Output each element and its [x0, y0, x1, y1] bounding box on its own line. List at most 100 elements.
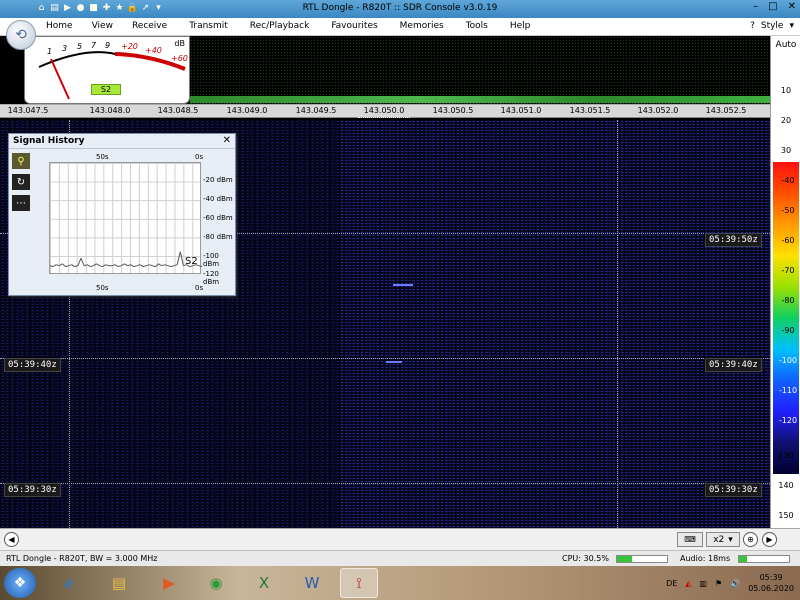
- x-tick-top: 0s: [195, 153, 204, 161]
- word-icon[interactable]: W: [293, 568, 331, 598]
- freq-tick: 143.050.0: [363, 106, 405, 115]
- zoom-icon[interactable]: ⊕: [743, 532, 758, 547]
- scroll-right-button[interactable]: ▶: [762, 532, 777, 547]
- signal-history-title: Signal History: [13, 136, 85, 146]
- style-menu[interactable]: Style: [761, 21, 784, 31]
- signal-history-segment: [142, 265, 147, 268]
- timestamp-label: 05:39:30z: [4, 483, 61, 497]
- y-tick: -20 dBm: [203, 176, 233, 184]
- keyboard-icon[interactable]: ⌨: [677, 532, 703, 547]
- signal-history-toggle-icon[interactable]: ⚲: [12, 153, 30, 169]
- antivirus-icon[interactable]: ◭: [685, 579, 691, 588]
- media-player-icon[interactable]: ▶: [150, 568, 188, 598]
- scroll-left-button[interactable]: ◀: [4, 532, 19, 547]
- clock[interactable]: 05:39 05.06.2020: [748, 572, 794, 594]
- x-tick-top: 50s: [96, 153, 109, 161]
- language-indicator[interactable]: DE: [666, 579, 677, 588]
- menu-home[interactable]: Home: [46, 21, 73, 31]
- close-button[interactable]: ✕: [788, 1, 796, 12]
- volume-icon[interactable]: 🔊: [730, 579, 740, 588]
- taskbar: ❖ ℯ ▤ ▶ ◉ X W ⟟ DE ◭ ▥ ⚑ 🔊 05:39 05.06.2…: [0, 566, 800, 600]
- grid-line: [617, 120, 618, 528]
- frequency-scale[interactable]: 143.047.5 143.048.0 143.048.5 143.049.0 …: [0, 104, 770, 118]
- freq-tick: 143.051.5: [569, 106, 611, 115]
- internet-explorer-icon[interactable]: ℯ: [50, 568, 88, 598]
- signal-history-segment: [173, 264, 178, 267]
- tuning-marker[interactable]: [358, 117, 410, 119]
- timestamp-label: 05:39:40z: [705, 358, 762, 372]
- sdr-console-taskbar-icon[interactable]: ⟟: [340, 568, 378, 598]
- refresh-icon[interactable]: ↻: [12, 174, 30, 190]
- signal-history-segment: [114, 264, 119, 268]
- signal-history-segment: [176, 251, 181, 265]
- file-explorer-icon[interactable]: ▤: [100, 568, 138, 598]
- x-tick-bottom: 50s: [96, 284, 109, 292]
- signal-history-segment: [86, 264, 91, 268]
- windows-logo-icon: ❖: [13, 575, 27, 591]
- db-level: 150: [778, 511, 794, 520]
- db-scale[interactable]: Auto 10 20 30 -40 -50 -60 -70 -80 -90 -1…: [770, 36, 800, 528]
- cpu-meter-fill: [617, 556, 633, 562]
- spectrum-trace: [190, 96, 770, 103]
- db-level: -80: [781, 296, 795, 305]
- menu-help[interactable]: Help: [510, 21, 531, 31]
- menu-memories[interactable]: Memories: [400, 21, 444, 31]
- y-tick: -80 dBm: [203, 233, 233, 241]
- signal-history-segment: [161, 264, 165, 267]
- device-status: RTL Dongle - R820T, BW = 3.000 MHz: [6, 554, 158, 563]
- y-tick: -120 dBm: [203, 270, 220, 286]
- signal-history-segment: [133, 265, 138, 268]
- auto-scale-button[interactable]: Auto: [771, 40, 800, 50]
- maximize-button[interactable]: □: [768, 1, 777, 12]
- y-tick: -40 dBm: [203, 195, 233, 203]
- menu-view[interactable]: View: [92, 21, 113, 31]
- waterfall-noise-dense: [340, 120, 770, 528]
- minimize-button[interactable]: –: [753, 1, 758, 12]
- signal-history-segment: [121, 263, 125, 267]
- signal-history-close-button[interactable]: ✕: [223, 134, 231, 148]
- menu-transmit[interactable]: Transmit: [189, 21, 228, 31]
- db-level: 130: [778, 451, 794, 460]
- signal-history-segment: [139, 264, 144, 268]
- signal-blip: [393, 284, 413, 286]
- help-icon[interactable]: ?: [750, 21, 755, 31]
- signal-history-header[interactable]: Signal History ✕: [9, 134, 235, 149]
- signal-history-segment: [71, 264, 76, 268]
- chevron-down-icon: ▾: [728, 534, 733, 545]
- zoom-select[interactable]: x2 ▾: [706, 532, 740, 547]
- signal-history-segment: [96, 263, 100, 267]
- excel-icon[interactable]: X: [245, 568, 283, 598]
- more-icon[interactable]: ⋯: [12, 195, 30, 211]
- menu-favourites[interactable]: Favourites: [331, 21, 377, 31]
- cpu-status: CPU: 30.5%: [562, 554, 609, 563]
- signal-history-segment: [93, 263, 97, 267]
- audio-status: Audio: 18ms: [680, 554, 731, 563]
- chevron-down-icon[interactable]: ▾: [789, 21, 794, 31]
- menu-rec-playback[interactable]: Rec/Playback: [250, 21, 310, 31]
- signal-history-segment: [136, 264, 141, 267]
- start-button[interactable]: ❖: [4, 568, 36, 598]
- signal-history-window[interactable]: Signal History ✕ ⚲ ↻ ⋯ 50s 0s -20 dBm -4…: [8, 133, 236, 296]
- signal-history-segment: [149, 264, 153, 267]
- chrome-icon[interactable]: ◉: [197, 568, 235, 598]
- x-tick-bottom: 0s: [195, 284, 204, 292]
- signal-history-segment: [80, 258, 85, 266]
- spectrum-background: [190, 36, 770, 104]
- menu-receive[interactable]: Receive: [132, 21, 167, 31]
- signal-history-segment: [130, 264, 135, 268]
- freq-tick: 143.048.0: [89, 106, 131, 115]
- signal-history-segment: [62, 263, 66, 267]
- menu-bar: ⟲ Home View Receive Transmit Rec/Playbac…: [0, 18, 800, 50]
- signal-history-segment: [127, 264, 131, 267]
- signal-history-segment: [170, 265, 175, 268]
- network-icon[interactable]: ▥: [699, 579, 707, 588]
- window-title: RTL Dongle - R820T :: SDR Console v3.0.1…: [302, 3, 498, 13]
- timestamp-label: 05:39:30z: [705, 483, 762, 497]
- menu-tools[interactable]: Tools: [466, 21, 488, 31]
- signal-history-segment: [50, 265, 54, 268]
- db-level: -70: [781, 266, 795, 275]
- flag-icon[interactable]: ⚑: [715, 579, 722, 588]
- signal-history-segment: [124, 263, 128, 267]
- app-menu-button[interactable]: ⟲: [6, 20, 36, 50]
- signal-history-segment: [155, 263, 159, 267]
